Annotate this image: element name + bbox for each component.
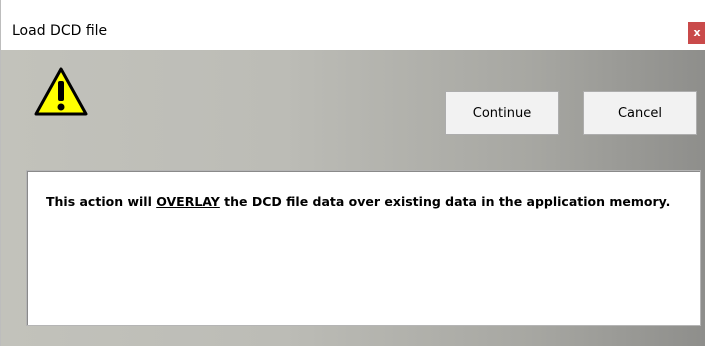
dialog-body: Continue Cancel This action will OVERLAY… xyxy=(1,50,705,346)
message-emphasis: OVERLAY xyxy=(156,194,220,209)
cancel-button[interactable]: Cancel xyxy=(583,91,697,135)
message-suffix: the DCD file data over existing data in … xyxy=(219,194,671,209)
continue-button[interactable]: Continue xyxy=(445,91,559,135)
load-dcd-dialog: Load DCD file x Continue Cancel This act… xyxy=(0,0,705,346)
title-bar[interactable]: Load DCD file x xyxy=(1,0,705,50)
message-box: This action will OVERLAY the DCD file da… xyxy=(26,170,701,326)
message-prefix: This action will xyxy=(46,194,157,209)
warning-triangle-icon xyxy=(34,67,88,116)
message-text: This action will OVERLAY the DCD file da… xyxy=(46,194,670,209)
dialog-title: Load DCD file xyxy=(12,23,108,39)
close-button[interactable]: x xyxy=(688,22,705,44)
